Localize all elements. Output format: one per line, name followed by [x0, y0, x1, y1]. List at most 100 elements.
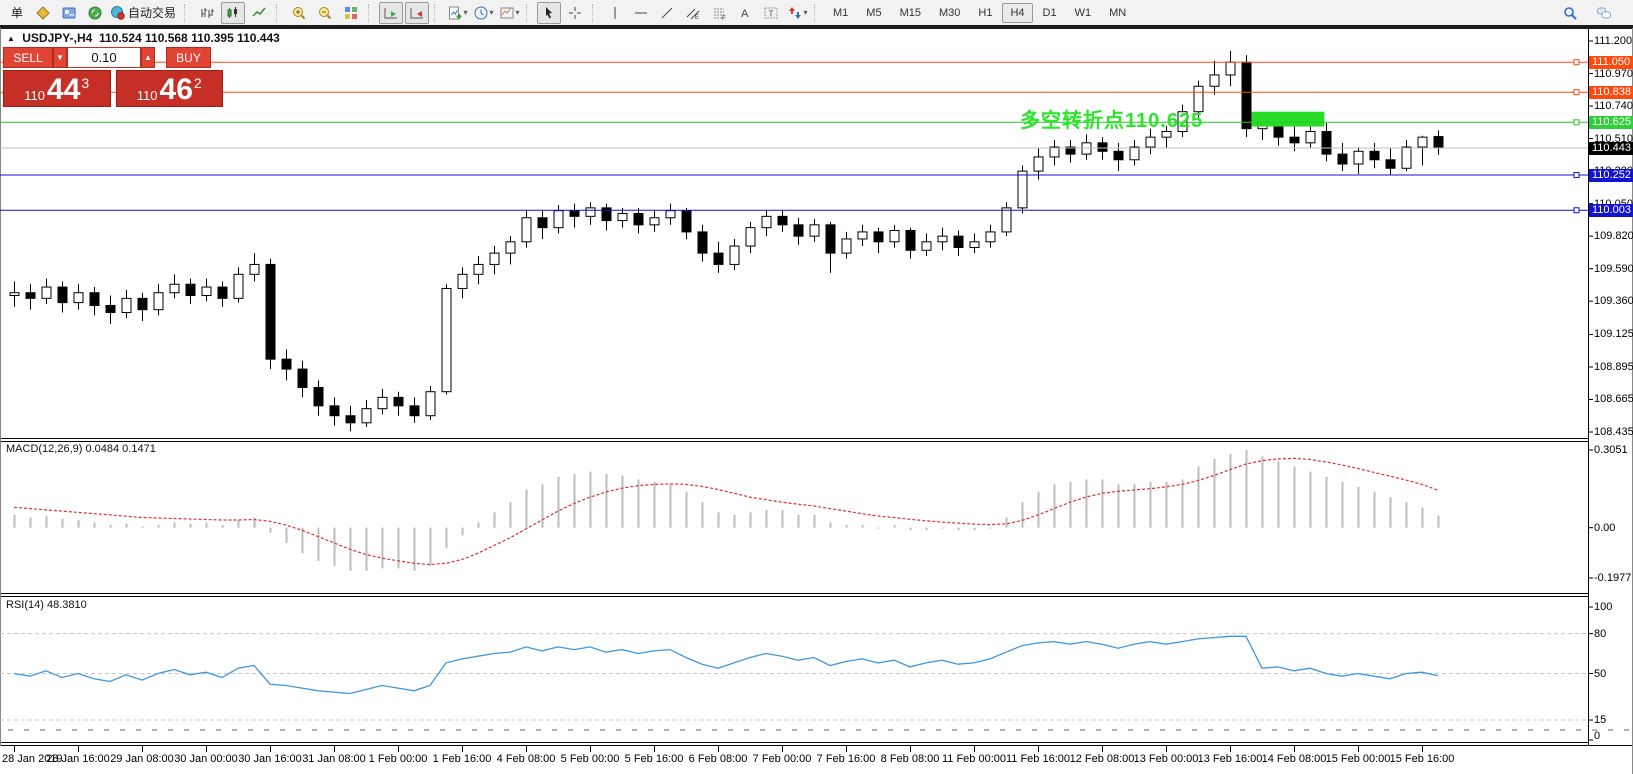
arrows-icon[interactable]: ▾	[785, 2, 809, 24]
sell-button[interactable]: SELL	[3, 47, 53, 68]
trendline-icon[interactable]	[655, 2, 679, 24]
svg-text:T: T	[769, 9, 774, 18]
bar-chart-icon[interactable]	[195, 2, 219, 24]
signal-icon	[87, 5, 103, 21]
market-watch-icon	[61, 5, 77, 21]
buy-button[interactable]: BUY	[166, 47, 211, 68]
toolbar-separator	[368, 4, 374, 22]
auto-scroll-icon	[383, 5, 399, 21]
templates-icon[interactable]: ▾	[497, 2, 521, 24]
line-chart-icon[interactable]	[247, 2, 271, 24]
search-icon	[1562, 5, 1578, 21]
cursor-icon[interactable]	[537, 2, 561, 24]
chevron-down-icon[interactable]: ▾	[490, 8, 494, 17]
candlestick-series	[10, 51, 1443, 431]
macd-histogram	[14, 450, 1440, 571]
zoom-out-icon	[317, 5, 333, 21]
macd-indicator-label: MACD(12,26,9) 0.0484 0.1471	[6, 443, 156, 455]
periods-icon[interactable]: ▾	[471, 2, 495, 24]
chevron-down-icon[interactable]: ▾	[516, 8, 520, 17]
periods-icon	[473, 5, 489, 21]
tf-m30[interactable]: M30	[931, 3, 968, 23]
chart-title: ▲ USDJPY-,H4 110.524 110.568 110.395 110…	[7, 31, 280, 45]
sell-price-prefix: 110	[24, 88, 45, 103]
toolbar-right-icons	[1557, 2, 1629, 24]
new-order-icon	[35, 5, 51, 21]
one-click-trading-panel: SELL ▼ 0.10 ▲ BUY 110443 110462	[3, 47, 223, 107]
toolbar-separator	[434, 4, 440, 22]
tf-w1[interactable]: W1	[1067, 3, 1100, 23]
toolbar-icons: 单 自动交易 ▾ ▾ ▾ E F A T ▾	[4, 2, 824, 24]
menu-text[interactable]: 单	[5, 2, 29, 24]
symbol-period-label: USDJPY-,H4	[22, 31, 92, 45]
tile-windows-icon	[343, 5, 359, 21]
mt4-window: 单自动交易▾▾▾EFAT▾ M1M5M15M30H1H4D1W1MN 111.0…	[0, 0, 1633, 774]
toolbar-separator	[276, 4, 282, 22]
rsi-line	[14, 636, 1438, 693]
collapse-triangle-icon[interactable]: ▲	[7, 34, 15, 43]
buy-price-display[interactable]: 110462	[116, 70, 224, 107]
rsi-indicator-label: RSI(14) 48.3810	[6, 599, 87, 611]
line-anchor-marker	[1574, 208, 1579, 213]
equidistant-channel-icon[interactable]: E	[681, 2, 705, 24]
equidistant-channel-icon: E	[685, 5, 701, 21]
sell-price-pip: 3	[81, 75, 89, 91]
svg-text:F: F	[722, 16, 726, 21]
tf-m15[interactable]: M15	[892, 3, 929, 23]
zoom-in-icon[interactable]	[287, 2, 311, 24]
lot-decrease-button[interactable]: ▼	[53, 47, 67, 68]
toolbar-separator	[814, 4, 820, 22]
sell-price-display[interactable]: 110443	[3, 70, 111, 107]
text-label-icon[interactable]: T	[759, 2, 783, 24]
tile-windows-icon[interactable]	[339, 2, 363, 24]
autotrading-icon[interactable]: 自动交易	[109, 2, 179, 24]
candlestick-chart-icon	[225, 5, 241, 21]
timeframe-buttons: M1M5M15M30H1H4D1W1MN	[824, 3, 1135, 23]
tf-m5[interactable]: M5	[858, 3, 889, 23]
search-icon[interactable]	[1558, 2, 1582, 24]
buy-price-prefix: 110	[137, 88, 158, 103]
vertical-line-icon[interactable]	[603, 2, 627, 24]
buy-price-big: 46	[160, 77, 193, 103]
line-anchor-marker	[1574, 60, 1579, 65]
indicators-icon[interactable]: ▾	[445, 2, 469, 24]
line-chart-icon	[251, 5, 267, 21]
market-watch-icon[interactable]	[57, 2, 81, 24]
arrows-icon	[787, 5, 803, 21]
text-label-icon: T	[763, 5, 779, 21]
zoom-out-icon[interactable]	[313, 2, 337, 24]
toolbar: 单 自动交易 ▾ ▾ ▾ E F A T ▾ M1M5M15M30H1H4D1W1MN	[0, 0, 1633, 27]
cursor-icon	[541, 5, 557, 21]
autotrading-icon-label: 自动交易	[126, 4, 178, 21]
new-order-icon[interactable]	[31, 2, 55, 24]
toolbar-separator	[526, 4, 532, 22]
text-icon[interactable]: A	[733, 2, 757, 24]
auto-scroll-icon[interactable]	[379, 2, 403, 24]
tf-m1[interactable]: M1	[825, 3, 856, 23]
chart-shift-icon[interactable]	[405, 2, 429, 24]
fibonacci-icon[interactable]: F	[707, 2, 731, 24]
line-anchor-marker	[1574, 90, 1579, 95]
buy-price-pip: 2	[194, 75, 202, 91]
line-anchor-marker	[1574, 173, 1579, 178]
chart-canvas[interactable]	[0, 0, 1633, 774]
chevron-down-icon[interactable]: ▾	[464, 8, 468, 17]
fibonacci-icon: F	[711, 5, 727, 21]
crosshair-icon	[567, 5, 583, 21]
lot-increase-button[interactable]: ▲	[141, 47, 155, 68]
crosshair-icon[interactable]	[563, 2, 587, 24]
toolbar-separator	[592, 4, 598, 22]
tf-mn[interactable]: MN	[1101, 3, 1134, 23]
candlestick-chart-icon[interactable]	[221, 2, 245, 24]
chat-icon[interactable]	[1592, 2, 1616, 24]
chart-shift-icon	[409, 5, 425, 21]
horizontal-line-icon	[633, 5, 649, 21]
tf-h1[interactable]: H1	[970, 3, 1000, 23]
signal-icon[interactable]	[83, 2, 107, 24]
lot-size-input[interactable]: 0.10	[67, 47, 141, 68]
tf-d1[interactable]: D1	[1035, 3, 1065, 23]
turning-point-annotation[interactable]: 多空转折点110.625	[1020, 104, 1203, 133]
horizontal-line-icon[interactable]	[629, 2, 653, 24]
tf-h4[interactable]: H4	[1002, 3, 1032, 23]
chevron-down-icon[interactable]: ▾	[804, 8, 808, 17]
